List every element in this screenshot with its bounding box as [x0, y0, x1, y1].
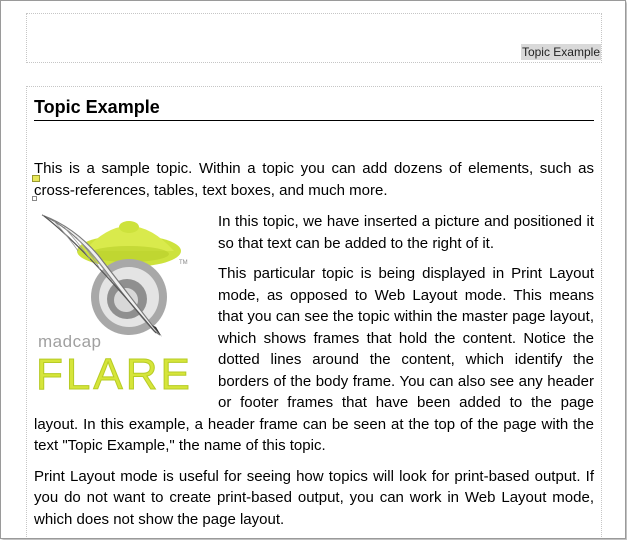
- print-layout-usage-paragraph[interactable]: Print Layout mode is useful for seeing h…: [34, 466, 594, 531]
- madcap-flare-logo-image[interactable]: TM madcap FLARE: [34, 209, 212, 400]
- logo-brand-big: FLARE: [36, 350, 193, 399]
- intro-paragraph[interactable]: This is a sample topic. Within a topic y…: [34, 158, 594, 201]
- logo-trademark: TM: [179, 260, 188, 266]
- body-frame[interactable]: Topic Example This is a sample topic. Wi…: [26, 86, 602, 538]
- picture-anchor-handle[interactable]: [32, 196, 37, 201]
- header-topic-title[interactable]: Topic Example: [520, 44, 601, 60]
- print-layout-page: Topic Example Topic Example This is a sa…: [0, 0, 626, 539]
- topic-content[interactable]: Topic Example This is a sample topic. Wi…: [32, 95, 594, 531]
- header-frame[interactable]: Topic Example: [26, 13, 602, 63]
- topic-heading[interactable]: Topic Example: [34, 95, 594, 121]
- flare-logo-icon: TM madcap FLARE: [36, 214, 193, 400]
- logo-brand-small: madcap: [38, 332, 101, 351]
- picture-anchor-marker[interactable]: [32, 175, 40, 182]
